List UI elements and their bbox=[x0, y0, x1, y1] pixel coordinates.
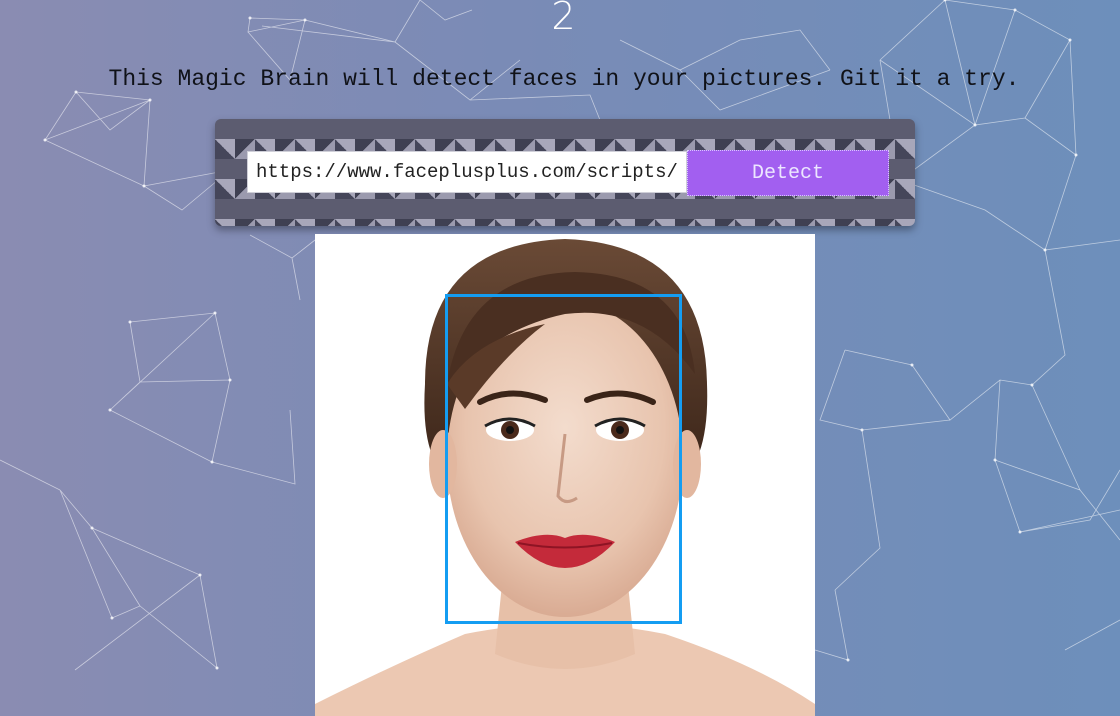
entry-count: 2 bbox=[551, 0, 577, 38]
detect-button[interactable]: Detect bbox=[687, 150, 889, 196]
app-tagline: This Magic Brain will detect faces in yo… bbox=[108, 66, 1020, 92]
face-bounding-box bbox=[445, 294, 682, 624]
image-link-form: Detect bbox=[215, 119, 915, 226]
image-url-input[interactable] bbox=[247, 151, 687, 193]
face-image-container bbox=[315, 234, 815, 716]
